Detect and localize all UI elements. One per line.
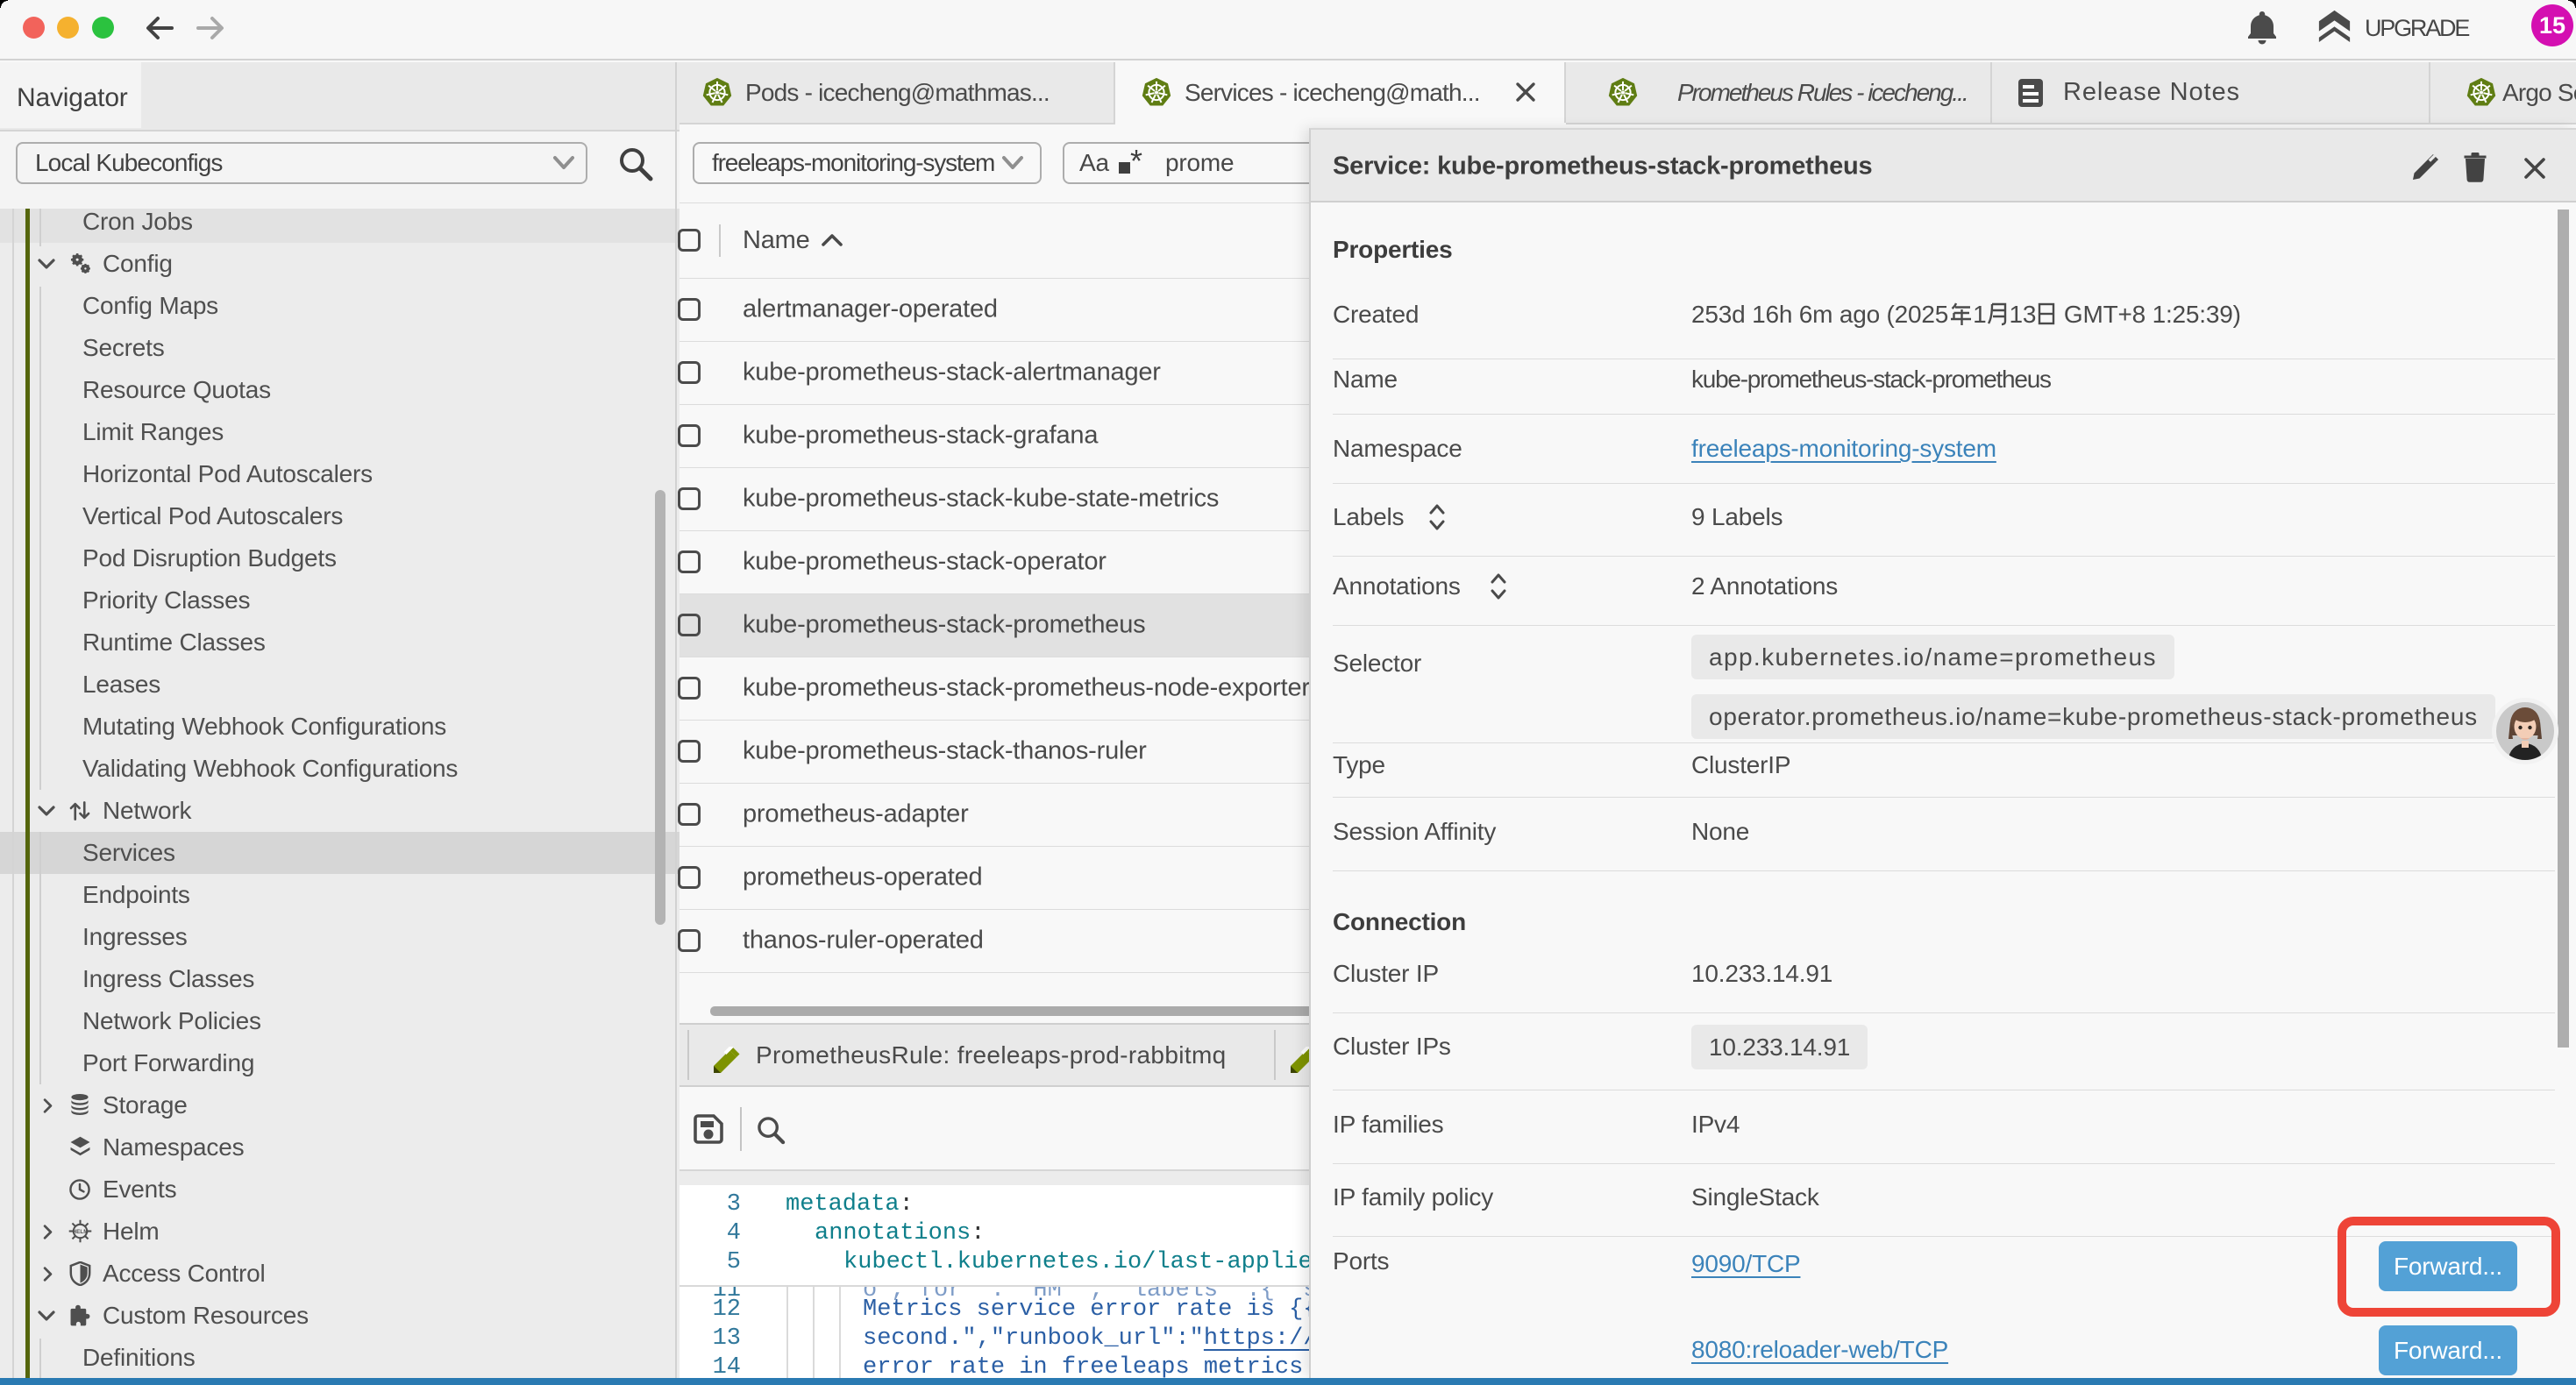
svg-text:HELM: HELM: [72, 1229, 88, 1235]
